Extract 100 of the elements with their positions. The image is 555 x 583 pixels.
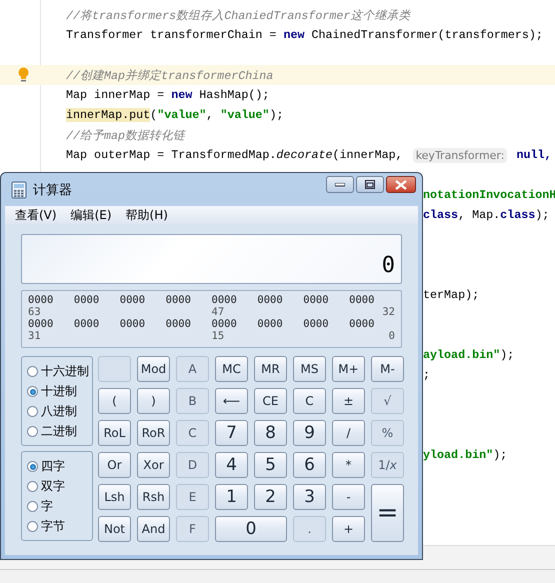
code-comment: //给予map数据转化链	[66, 128, 186, 142]
bit-group: 0000	[349, 318, 395, 330]
code-text: );	[493, 448, 508, 462]
bit-position: 47	[212, 306, 226, 318]
code-keyword: class	[423, 208, 458, 222]
radio-button[interactable]	[27, 426, 38, 437]
code-text: HashMap();	[198, 88, 270, 102]
calculator-key[interactable]: 4	[215, 452, 248, 478]
radio-button[interactable]	[27, 481, 38, 492]
code-text: terMap);	[423, 288, 480, 302]
bit-position: 32	[382, 306, 395, 318]
calculator-key[interactable]: Not	[98, 516, 131, 542]
code-comment: //将transformers数组存入ChaniedTransformer这个继承类	[66, 8, 410, 22]
radio-label: 双字	[41, 478, 65, 495]
radio-button[interactable]	[27, 406, 38, 417]
code-text: );	[500, 348, 514, 362]
calculator-key[interactable]: 3	[293, 484, 326, 510]
calculator-key[interactable]: M-	[371, 356, 404, 382]
calculator-key[interactable]: =	[371, 484, 404, 542]
radio-label: 十六进制	[41, 363, 89, 380]
window-title: 计算器	[33, 182, 72, 198]
code-keyword: class	[500, 208, 536, 222]
bit-group: 0000	[166, 318, 212, 330]
code-text: );	[535, 208, 550, 222]
menu-item[interactable]: 查看(V)	[15, 206, 57, 224]
radio-label: 字节	[41, 518, 65, 535]
calculator-key[interactable]: And	[137, 516, 170, 542]
calculator-key[interactable]: M+	[332, 356, 365, 382]
calculator-key[interactable]: CE	[254, 388, 287, 414]
bit-group: 0000	[74, 294, 120, 306]
bit-group: 0000	[257, 318, 304, 330]
radio-button[interactable]	[27, 521, 38, 532]
calculator-key[interactable]: 0	[215, 516, 287, 542]
code-comment: //创建Map并绑定transformerChina	[66, 68, 274, 82]
calculator-key[interactable]: ⟵	[215, 388, 248, 414]
bit-position: 0	[388, 330, 395, 342]
calculator-key[interactable]: -	[332, 484, 365, 510]
parameter-hint: keyTransformer:	[412, 148, 508, 162]
calculator-key[interactable]: MC	[215, 356, 248, 382]
calculator-key[interactable]: (	[98, 388, 131, 414]
code-text: Map innerMap =	[66, 88, 166, 102]
radio-button[interactable]	[27, 461, 38, 472]
bit-group: 0000	[120, 318, 166, 330]
calculator-key[interactable]: Mod	[137, 356, 170, 382]
calculator-key[interactable]: MS	[293, 356, 326, 382]
calculator-key[interactable]: Xor	[137, 452, 170, 478]
calculator-key[interactable]: 7	[215, 420, 248, 446]
code-string: yload.bin"	[423, 448, 494, 462]
maximize-button[interactable]	[356, 176, 384, 193]
radio-button[interactable]	[27, 366, 38, 377]
calculator-key[interactable]: ±	[332, 388, 365, 414]
calculator-key[interactable]: 5	[254, 452, 287, 478]
calculator-key[interactable]: RoL	[98, 420, 131, 446]
radio-label: 字	[41, 498, 53, 515]
maximize-icon	[365, 180, 375, 189]
calculator-key[interactable]: RoR	[137, 420, 170, 446]
calculator-key[interactable]: 6	[293, 452, 326, 478]
code-text: ,	[206, 108, 214, 122]
calculator-key[interactable]: Rsh	[137, 484, 170, 510]
bit-group: 0000	[74, 318, 120, 330]
calculator-key[interactable]: 8	[254, 420, 287, 446]
code-text: );	[269, 108, 284, 122]
bit-group: 0000	[166, 294, 212, 306]
calculator-key[interactable]: MR	[254, 356, 287, 382]
code-keyword: new	[171, 88, 192, 102]
code-text: ;	[423, 368, 430, 382]
bit-group: 0000	[303, 294, 350, 306]
menu-item[interactable]: 帮助(H)	[126, 206, 168, 224]
calculator-key[interactable]: Or	[98, 452, 131, 478]
minimize-button[interactable]	[326, 176, 354, 193]
radio-button[interactable]	[27, 501, 38, 512]
close-icon	[395, 180, 407, 190]
calculator-key[interactable]: 9	[293, 420, 326, 446]
calculator-key[interactable]: )	[137, 388, 170, 414]
code-text: ChainedTransformer(transformers);	[310, 28, 543, 42]
calculator-key[interactable]: C	[293, 388, 326, 414]
code-string: "value"	[157, 108, 206, 122]
bit-position: 63	[28, 306, 42, 318]
calculator-key[interactable]: Lsh	[98, 484, 131, 510]
bit-position: 15	[212, 330, 226, 342]
code-text: (innerMap,	[332, 148, 404, 162]
code-keyword: null,	[515, 148, 552, 162]
bit-group: 0000	[257, 294, 304, 306]
calculator-key[interactable]: 2	[254, 484, 287, 510]
calculator-icon	[11, 180, 27, 198]
bit-group: 0000	[212, 318, 258, 330]
radio-label: 四字	[41, 458, 65, 475]
calculator-key[interactable]: *	[332, 452, 365, 478]
radio-button[interactable]	[27, 386, 38, 397]
close-button[interactable]	[386, 176, 416, 193]
radio-label: 八进制	[41, 403, 77, 420]
calculator-key[interactable]: +	[332, 516, 365, 542]
calculator-key[interactable]: /	[332, 420, 365, 446]
code-text: innerMap.put	[66, 108, 150, 122]
minimize-icon	[335, 182, 345, 186]
bit-position: 31	[28, 330, 42, 342]
calculator-key[interactable]: 1	[215, 484, 248, 510]
menu-item[interactable]: 编辑(E)	[70, 206, 112, 224]
lightbulb-icon[interactable]	[18, 67, 29, 83]
code-text: Map outerMap = TransformedMap.	[66, 148, 276, 162]
